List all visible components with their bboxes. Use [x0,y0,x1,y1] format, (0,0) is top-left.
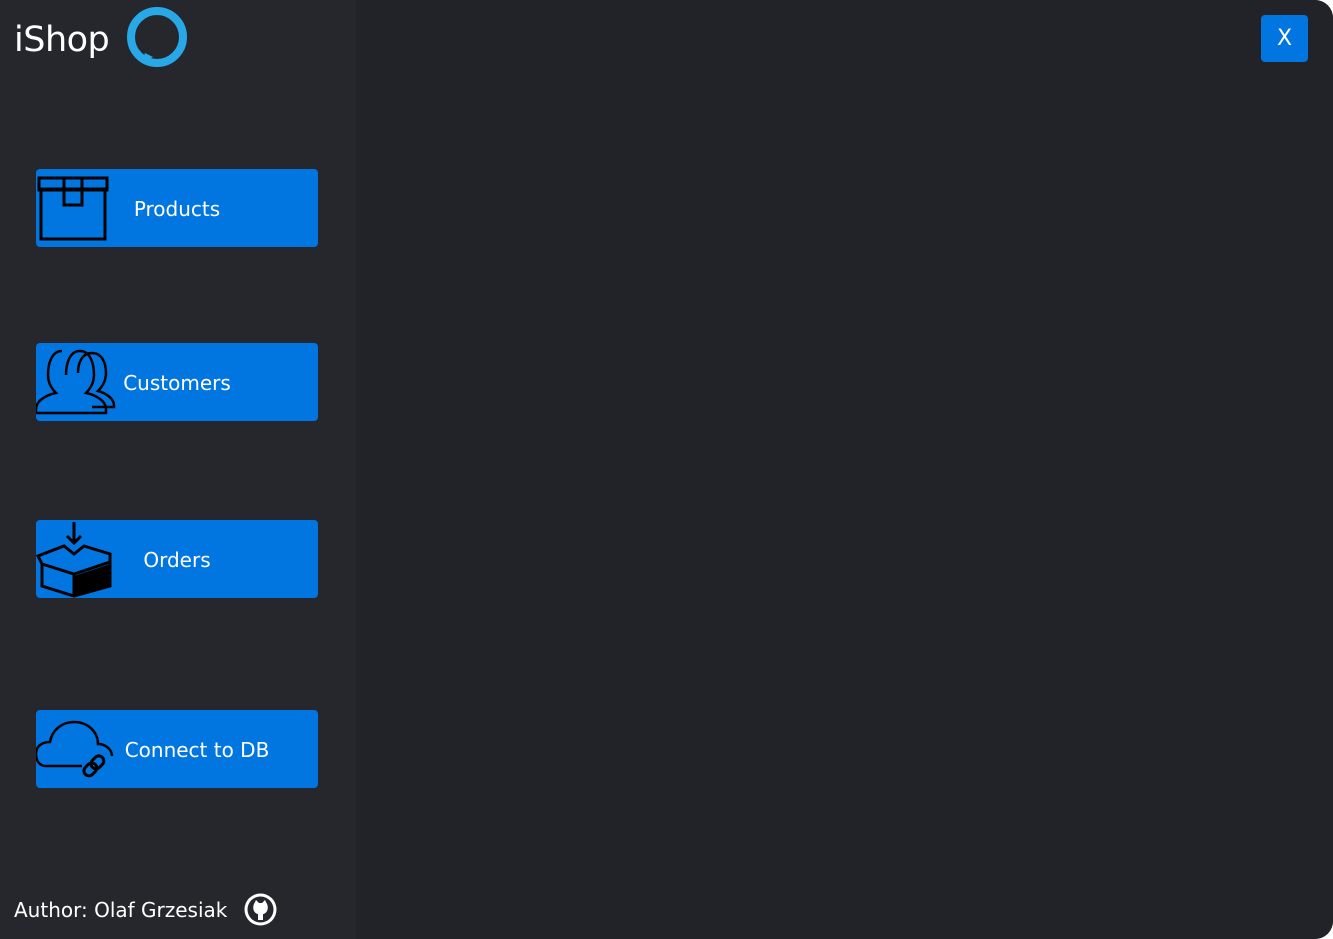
close-button[interactable]: X [1261,15,1308,62]
alexa-ring-logo-icon [127,7,187,67]
customers-button[interactable]: Customers [36,343,318,421]
sidebar: iShop Products Customers Orders Connect … [0,0,356,939]
app-window: iShop Products Customers Orders Connect … [0,0,1333,939]
github-icon[interactable] [243,892,278,927]
main-content-area [356,0,1333,939]
products-label: Products [133,197,221,221]
orders-button[interactable]: Orders [36,520,318,598]
author-text: Author: Olaf Grzesiak [14,898,228,922]
connect-db-button[interactable]: Connect to DB [36,710,318,788]
customers-label: Customers [123,371,231,395]
orders-label: Orders [143,548,211,572]
app-title: iShop [14,20,110,60]
products-button[interactable]: Products [36,169,318,247]
connect-db-label: Connect to DB [124,738,270,762]
